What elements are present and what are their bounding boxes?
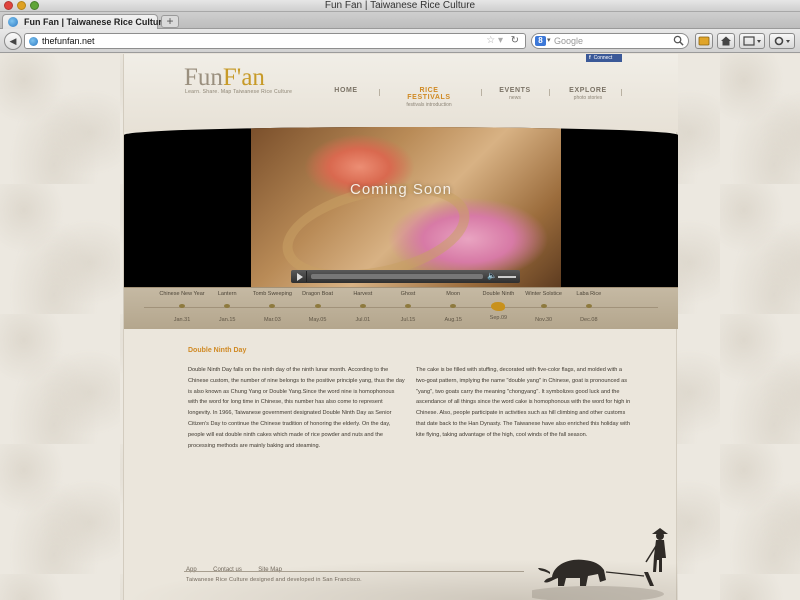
footer-divider: [184, 571, 524, 572]
gear-icon: [774, 36, 790, 46]
tools-menu-button[interactable]: [769, 33, 795, 49]
rice-grain-icon[interactable]: [314, 304, 321, 308]
rice-grain-icon[interactable]: [224, 304, 231, 308]
nav-rice-festivals-label: RICE FESTIVALS: [407, 87, 451, 101]
festival-timeline: Chinese New Year Jan.31 Lantern Jan.15 Tomb …: [124, 287, 678, 329]
rice-grain-icon[interactable]: [450, 304, 457, 308]
facebook-connect-button[interactable]: f Connect: [586, 54, 622, 62]
nav-rice-festivals-sub: festivals introduction: [406, 102, 452, 108]
video-seek-bar[interactable]: [311, 274, 483, 279]
nav-events-sub: news: [509, 95, 521, 101]
nav-explore-label: EXPLORE: [569, 87, 607, 94]
footer-link-sitemap[interactable]: Site Map: [258, 567, 282, 573]
home-button[interactable]: [717, 33, 735, 49]
bookmark-icon: [698, 36, 710, 46]
rice-grain-icon[interactable]: [405, 304, 411, 308]
nav-divider: [481, 89, 482, 96]
back-button[interactable]: ◀: [4, 32, 22, 50]
bookmarks-button[interactable]: [695, 33, 713, 49]
page-menu-button[interactable]: [739, 33, 765, 49]
rice-grain-icon[interactable]: [540, 304, 547, 308]
nav-divider: [621, 89, 622, 96]
video-player[interactable]: Coming Soon 🔈: [124, 127, 678, 287]
navigation-toolbar: ◀ thefunfan.net ☆ ▾ ↻ 8 ▾ Google: [0, 29, 800, 53]
rice-grain-icon[interactable]: [269, 304, 276, 308]
footer-link-app[interactable]: App: [186, 567, 197, 573]
rice-grain-icon[interactable]: [491, 302, 506, 311]
window-title: Fun Fan | Taiwanese Rice Culture: [324, 0, 476, 11]
rice-grain-icon[interactable]: [359, 304, 366, 308]
video-frame: [251, 127, 561, 287]
festival-date: Dec.08: [580, 317, 598, 323]
nav-rice-festivals[interactable]: RICE FESTIVALS festivals introduction: [397, 87, 461, 108]
volume-icon[interactable]: 🔈: [487, 271, 497, 280]
nav-divider: [379, 89, 380, 96]
site-icon: [29, 37, 38, 46]
url-text: thefunfan.net: [42, 36, 95, 46]
video-overlay-text: Coming Soon: [350, 181, 452, 198]
facebook-connect-label: Connect: [593, 55, 613, 61]
footer-link-contact[interactable]: Contact us: [213, 567, 242, 573]
logo-tagline: Learn. Share. Map Taiwanese Rice Culture: [185, 89, 293, 95]
nav-events-label: EVENTS: [499, 87, 531, 94]
tab-bar: Fun Fan | Taiwanese Rice Culture +: [0, 12, 800, 29]
footer-links: App Contact us Site Map: [186, 558, 294, 576]
nav-home[interactable]: HOME: [329, 87, 363, 95]
volume-slider[interactable]: [498, 276, 516, 278]
rice-grain-icon[interactable]: [179, 304, 185, 308]
new-tab-button[interactable]: +: [161, 15, 179, 28]
video-controls: 🔈: [291, 270, 520, 283]
nav-explore[interactable]: EXPLORE photo stories: [565, 87, 611, 101]
festival-name: Laba Rice: [576, 291, 602, 297]
farmer-ox-illustration: [532, 528, 668, 600]
play-icon[interactable]: [293, 271, 307, 282]
content-right-column: The cake is be filled with stuffing, dec…: [416, 367, 631, 438]
nav-events[interactable]: EVENTS news: [495, 87, 535, 101]
site-header: f Connect FunF'an Learn. Share. Map Taiwa…: [124, 54, 678, 132]
logo-text-fun: Fun: [184, 64, 223, 91]
address-bar[interactable]: thefunfan.net ☆ ▾ ↻: [24, 33, 526, 49]
search-engine-icon[interactable]: 8: [535, 36, 546, 46]
nav-divider: [549, 89, 550, 96]
search-icon[interactable]: [673, 35, 684, 46]
window-titlebar: Fun Fan | Taiwanese Rice Culture: [0, 0, 800, 12]
nav-explore-sub: photo stories: [573, 95, 603, 101]
browser-tab[interactable]: Fun Fan | Taiwanese Rice Culture: [2, 14, 167, 29]
chevron-down-icon[interactable]: ▾: [547, 36, 551, 44]
content-left-column: Double Ninth Day falls on the ninth day …: [188, 367, 405, 449]
logo-text-fan: F'an: [222, 64, 265, 91]
search-bar[interactable]: 8 ▾ Google: [531, 33, 689, 49]
page-icon: [743, 36, 761, 46]
main-nav: HOME RICE FESTIVALS festivals introducti…: [329, 87, 629, 108]
rice-grain-icon[interactable]: [585, 304, 592, 308]
reload-icon[interactable]: ↻: [511, 35, 519, 46]
favicon-icon: [8, 17, 18, 27]
festival-item[interactable]: Laba Rice Dec.08: [561, 288, 617, 323]
footer-copyright: Taiwanese Rice Culture designed and deve…: [186, 577, 362, 583]
search-input[interactable]: Google: [554, 36, 583, 46]
site-logo[interactable]: FunF'an: [184, 64, 265, 92]
facebook-icon: f: [589, 55, 591, 61]
tab-title: Fun Fan | Taiwanese Rice Culture: [24, 17, 167, 27]
content-title: Double Ninth Day: [188, 347, 247, 354]
site-container: f Connect FunF'an Learn. Share. Map Taiwa…: [123, 54, 678, 600]
bookmark-star-icon[interactable]: ☆ ▾: [486, 35, 503, 46]
home-icon: [721, 36, 731, 46]
nav-home-label: HOME: [334, 87, 358, 94]
